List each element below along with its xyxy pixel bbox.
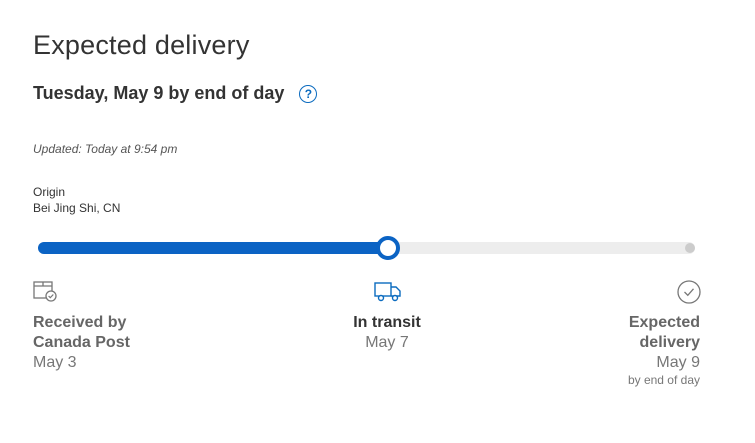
step-in-transit-title: In transit (353, 314, 421, 331)
progress-end-dot (685, 243, 695, 253)
updated-timestamp: Updated: Today at 9:54 pm (33, 142, 178, 156)
truck-icon (374, 280, 402, 309)
step-expected-title-line1: Expected (628, 314, 700, 331)
page-title: Expected delivery (33, 30, 250, 60)
step-in-transit-date: May 7 (365, 334, 409, 351)
package-check-icon (33, 280, 59, 309)
expected-date: Tuesday, May 9 by end of day (33, 83, 285, 103)
origin-value: Bei Jing Shi, CN (33, 201, 121, 215)
step-expected-date: May 9 (656, 354, 700, 371)
step-received-title-line2: Canada Post (33, 334, 130, 351)
expected-date-row: Tuesday, May 9 by end of day ? (33, 83, 318, 104)
progress-current-marker (376, 236, 401, 260)
check-circle-icon (676, 280, 702, 311)
step-received-title-line1: Received by (33, 314, 127, 331)
step-expected-delivery: Expected delivery May 9 by end of day (540, 313, 700, 387)
progress-track (38, 236, 695, 260)
progress-fill (38, 242, 389, 254)
step-in-transit: In transit May 7 (320, 313, 454, 353)
step-expected-title-line2: delivery (639, 334, 700, 351)
step-expected-note: by end of day (627, 373, 700, 387)
step-received: Received by Canada Post May 3 (33, 313, 193, 373)
step-received-date: May 3 (33, 354, 77, 371)
help-icon[interactable]: ? (299, 84, 318, 103)
origin-label: Origin (33, 185, 66, 199)
